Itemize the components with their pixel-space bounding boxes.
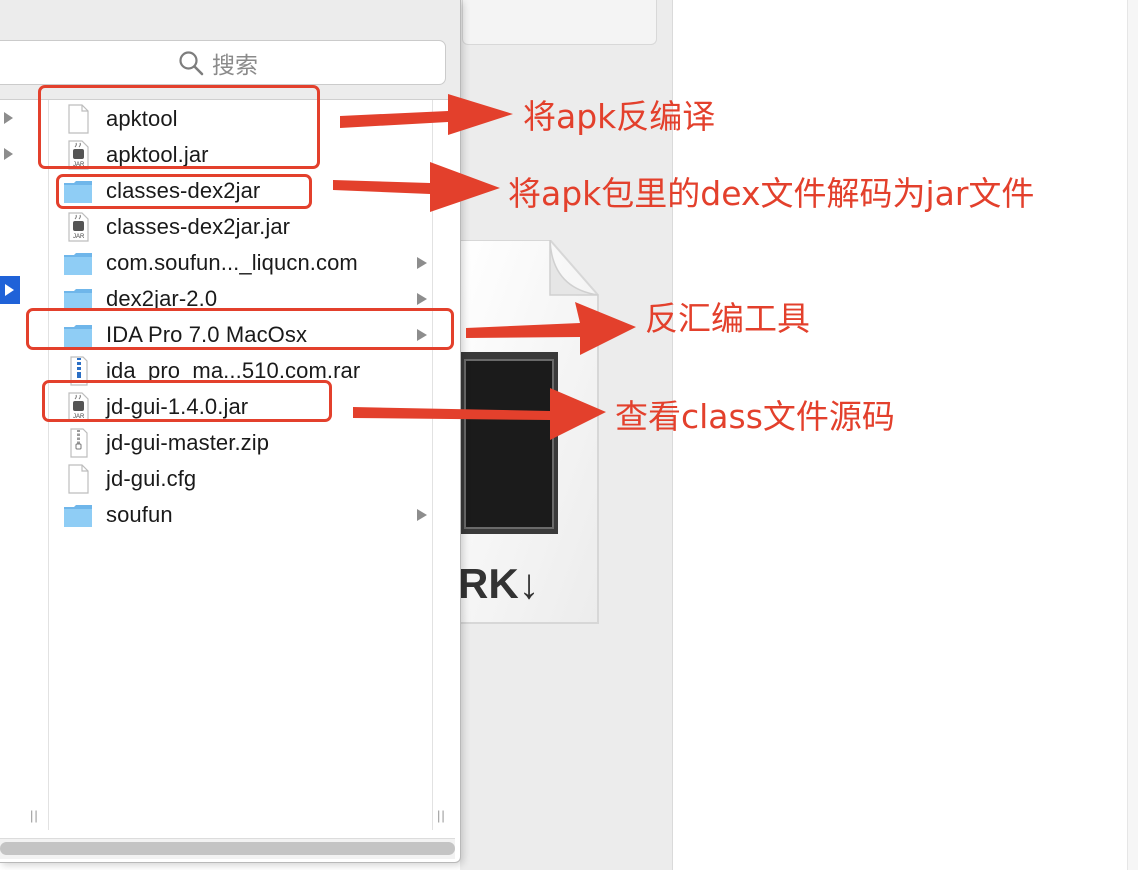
horizontal-scrollbar[interactable]: [0, 838, 455, 859]
search-field[interactable]: 搜索: [0, 40, 446, 85]
folder-icon: [64, 253, 92, 275]
chevron-right-icon: [417, 257, 427, 269]
file-name: jd-gui.cfg: [106, 466, 197, 491]
toolbar-field: [462, 0, 657, 45]
annotation-label-dex2jar: 将apk包里的dex文件解码为jar文件: [508, 174, 1035, 213]
chevron-right-icon: [417, 509, 427, 521]
annotation-label-ida: 反汇编工具: [645, 299, 810, 338]
annotation-label-jdgui: 查看class文件源码: [615, 397, 895, 436]
zip-file-icon: [70, 428, 88, 458]
file-name: soufun: [106, 502, 173, 527]
file-name: com.soufun..._liqucn.com: [106, 250, 358, 275]
scrollbar-track: [1127, 0, 1138, 870]
next-column: ||: [432, 100, 460, 830]
file-item-soufun[interactable]: soufun: [63, 498, 433, 532]
folder-icon: [64, 505, 92, 527]
document-icon: [68, 464, 89, 494]
file-item-classes-dex2jar-jar[interactable]: JAR classes-dex2jar.jar: [63, 210, 433, 244]
disclosure-icon[interactable]: [4, 112, 13, 124]
disclosure-icon: [5, 284, 14, 296]
highlight-box-apktool: [38, 85, 320, 169]
file-column: apktool JAR apktool.jar classes-dex2jar …: [49, 100, 433, 830]
svg-text:JAR: JAR: [73, 234, 85, 240]
disclosure-icon[interactable]: [4, 148, 13, 160]
file-item-jd-gui-cfg[interactable]: jd-gui.cfg: [63, 462, 433, 496]
column-resize-handle[interactable]: ||: [437, 808, 446, 823]
file-item-com-soufun[interactable]: com.soufun..._liqucn.com: [63, 246, 433, 280]
file-name: classes-dex2jar.jar: [106, 214, 291, 239]
file-item-jd-gui-master-zip[interactable]: jd-gui-master.zip: [63, 426, 433, 460]
parent-column: ||: [0, 100, 49, 830]
highlight-box-dex2jar: [56, 174, 312, 209]
search-placeholder: 搜索: [212, 51, 258, 78]
file-name: jd-gui-master.zip: [106, 430, 270, 455]
selected-parent-item[interactable]: [0, 276, 20, 304]
document-preview-icon: RK↓: [458, 240, 599, 624]
column-resize-handle[interactable]: ||: [30, 808, 39, 823]
highlight-box-jdgui: [42, 380, 332, 422]
annotation-label-apktool: 将apk反编译: [523, 97, 716, 136]
chevron-right-icon: [417, 293, 427, 305]
preview-label: RK↓: [458, 560, 540, 607]
search-icon: [179, 50, 204, 75]
jar-file-icon: JAR: [68, 212, 89, 242]
scrollbar-thumb[interactable]: [0, 842, 455, 855]
highlight-box-ida: [26, 308, 454, 350]
